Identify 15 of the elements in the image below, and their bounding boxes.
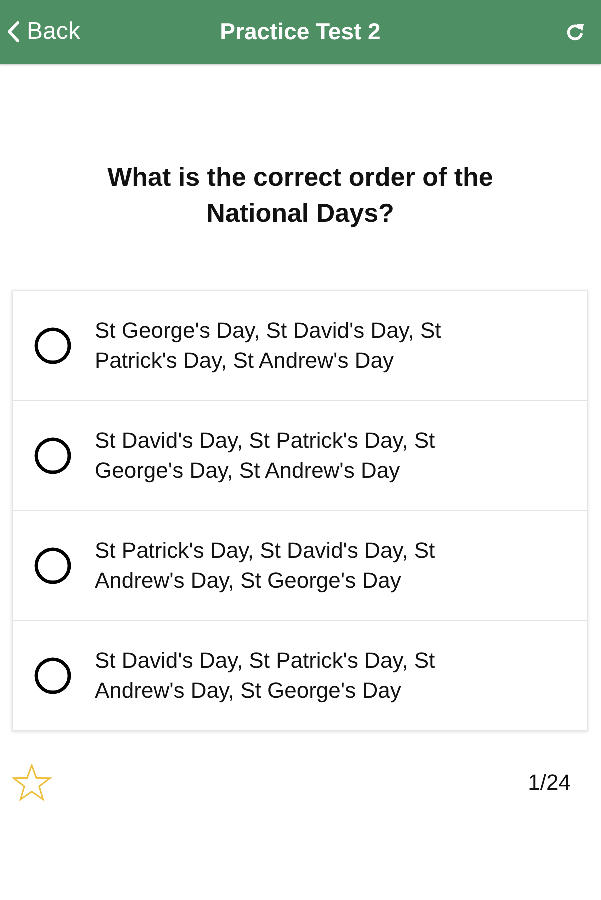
- question-counter: 1/24: [528, 770, 571, 796]
- answer-option[interactable]: St Patrick's Day, St David's Day, St Andrew's Day, St George's Day: [13, 511, 587, 621]
- radio-button-icon: [34, 656, 72, 694]
- radio-button-icon: [34, 436, 72, 474]
- screen-title: Practice Test 2: [220, 18, 381, 46]
- radio-button-icon: [34, 546, 72, 584]
- refresh-icon[interactable]: [566, 22, 585, 42]
- back-button[interactable]: Back: [0, 12, 84, 52]
- answer-option[interactable]: St David's Day, St Patrick's Day, St George's Day, St Andrew's Day: [13, 401, 587, 511]
- answer-option[interactable]: St David's Day, St Patrick's Day, St Andrew's Day, St George's Day: [13, 621, 587, 730]
- answer-option[interactable]: St George's Day, St David's Day, St Patrick's Day, St Andrew's Day: [13, 291, 587, 401]
- question-text: What is the correct order of the National Days?: [106, 161, 494, 230]
- radio-button-icon: [34, 326, 72, 364]
- star-icon[interactable]: [12, 764, 52, 802]
- chevron-left-icon: [7, 21, 20, 43]
